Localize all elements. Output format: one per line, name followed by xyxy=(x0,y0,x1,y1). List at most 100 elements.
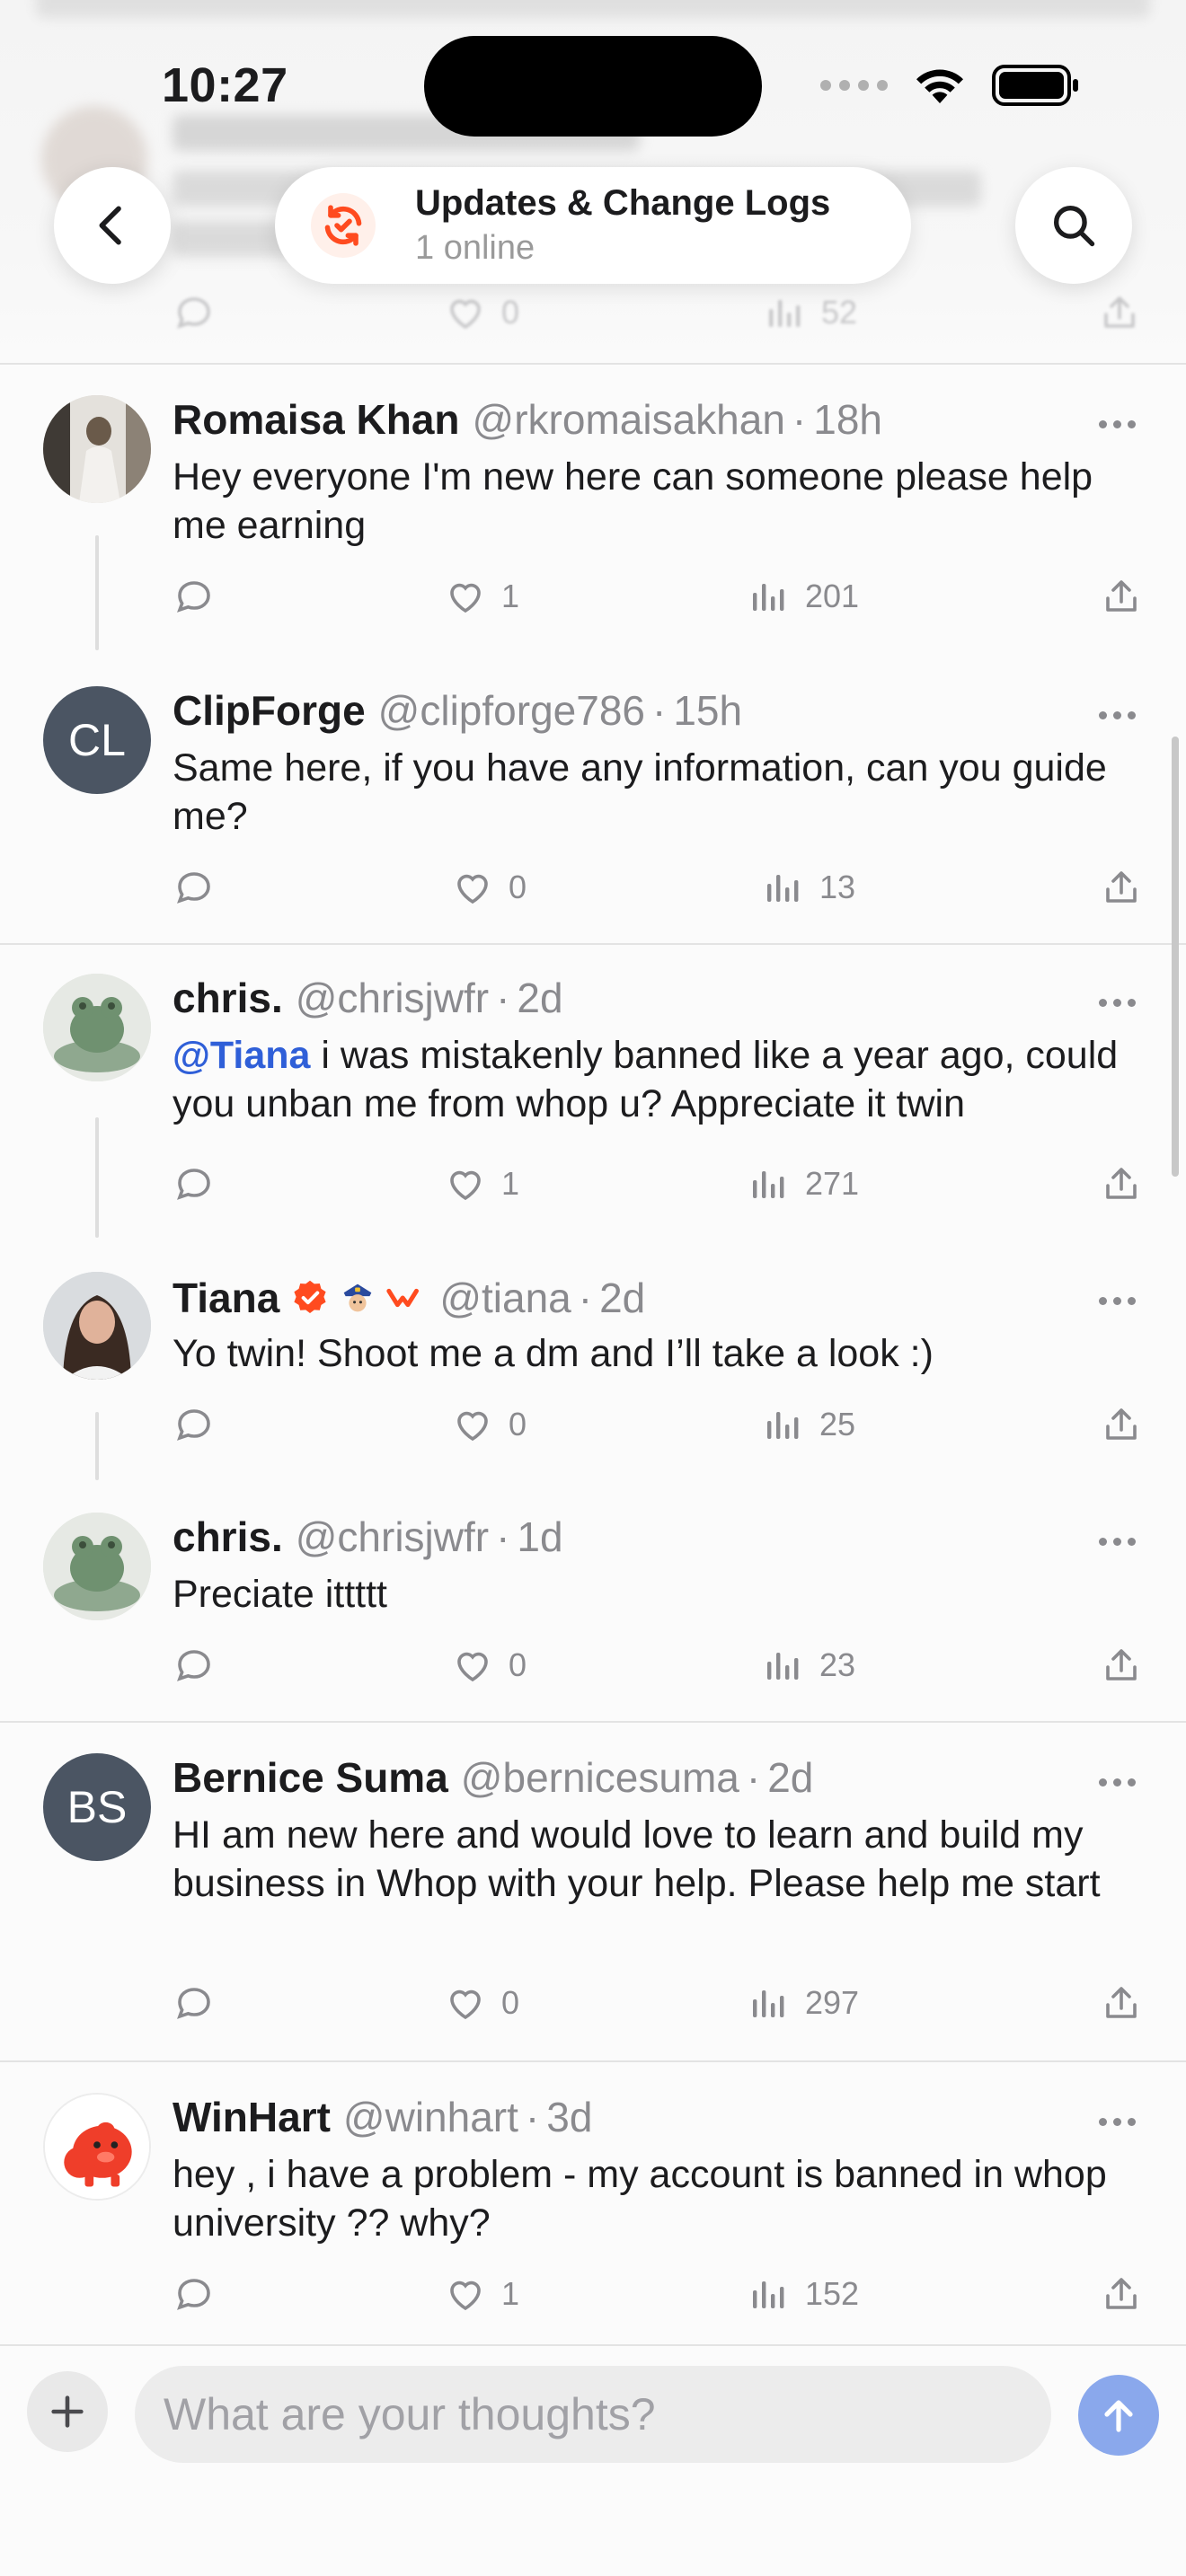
scrollbar[interactable] xyxy=(1172,737,1179,1177)
author-name[interactable]: chris. xyxy=(173,1513,283,1561)
like-count: 0 xyxy=(501,294,520,331)
view-count: 52 xyxy=(821,294,858,331)
author-name[interactable]: WinHart xyxy=(173,2093,331,2141)
timestamp: 2d xyxy=(517,975,563,1021)
author-name[interactable]: Romaisa Khan xyxy=(173,395,460,444)
divider xyxy=(0,943,1186,945)
timestamp: 1d xyxy=(517,1513,563,1560)
timestamp: 2d xyxy=(599,1275,646,1321)
separator: · xyxy=(496,975,510,1021)
like-count: 0 xyxy=(501,1984,520,2021)
author-handle[interactable]: @bernicesuma xyxy=(461,1753,739,1802)
share-button[interactable] xyxy=(1100,860,1143,914)
views-icon xyxy=(753,584,784,611)
avatar[interactable] xyxy=(43,1272,151,1380)
author-name[interactable]: Tiana xyxy=(173,1274,279,1322)
message-input[interactable] xyxy=(135,2366,1051,2463)
share-button[interactable] xyxy=(1100,1398,1143,1451)
author-handle[interactable]: @tiana xyxy=(439,1274,571,1322)
separator: · xyxy=(792,396,807,443)
like-button[interactable]: 1 xyxy=(444,569,519,623)
author-name[interactable]: ClipForge xyxy=(173,686,366,735)
online-count: 1 online xyxy=(415,229,535,267)
share-button[interactable] xyxy=(1100,1157,1143,1211)
author-handle[interactable]: @rkromaisakhan xyxy=(473,395,785,444)
avatar[interactable] xyxy=(43,1513,151,1620)
avatar[interactable] xyxy=(43,395,151,503)
author-handle[interactable]: @clipforge786 xyxy=(378,686,645,735)
more-options-button[interactable] xyxy=(1099,2118,1136,2126)
like-button[interactable]: 1 xyxy=(444,2267,519,2321)
heart-icon xyxy=(450,1170,481,1201)
reply-button[interactable] xyxy=(173,2267,216,2321)
avatar[interactable]: BS xyxy=(43,1753,151,1861)
heart-icon xyxy=(457,1411,488,1442)
post-actions: 0 297 xyxy=(173,1976,1143,2030)
like-stat: 0 xyxy=(444,286,519,340)
share-button[interactable] xyxy=(1100,1976,1143,2030)
like-button[interactable]: 0 xyxy=(444,1976,519,2030)
author-handle[interactable]: @chrisjwfr xyxy=(296,1513,489,1561)
more-options-button[interactable] xyxy=(1099,1297,1136,1305)
send-button[interactable] xyxy=(1078,2375,1159,2456)
channel-icon xyxy=(311,193,376,258)
divider xyxy=(0,363,1186,365)
like-button[interactable]: 0 xyxy=(451,860,527,914)
more-options-button[interactable] xyxy=(1099,1778,1136,1786)
post-actions: 1 152 xyxy=(173,2267,1143,2321)
channel-title: Updates & Change Logs xyxy=(415,183,831,223)
status-time: 10:27 xyxy=(162,58,288,112)
reply-button[interactable] xyxy=(173,1398,216,1451)
post-text: Yo twin! Shoot me a dm and I’ll take a l… xyxy=(173,1332,934,1375)
reply-button[interactable] xyxy=(173,569,216,623)
share-button[interactable] xyxy=(1100,2267,1143,2321)
author-name[interactable]: Bernice Suma xyxy=(173,1753,448,1802)
add-attachment-button[interactable] xyxy=(27,2371,108,2452)
post-actions: 0 23 xyxy=(173,1638,1143,1692)
thread-connector xyxy=(95,535,99,650)
post-text-content: i was mistakenly banned like a year ago,… xyxy=(173,1034,1119,1125)
views-stat: 25 xyxy=(762,1398,855,1451)
post-text: HI am new here and would love to learn a… xyxy=(173,1813,1101,1905)
views-icon xyxy=(767,1412,799,1439)
share-icon xyxy=(1098,286,1141,340)
heart-icon xyxy=(450,2280,481,2311)
reply-icon xyxy=(173,286,216,340)
views-icon xyxy=(767,1653,799,1680)
author-handle[interactable]: @winhart xyxy=(343,2093,518,2141)
share-button[interactable] xyxy=(1100,1638,1143,1692)
more-options-button[interactable] xyxy=(1099,711,1136,719)
post-text: Same here, if you have any information, … xyxy=(173,746,1107,838)
avatar[interactable] xyxy=(43,2093,151,2201)
share-button[interactable] xyxy=(1100,569,1143,623)
channel-header[interactable]: Updates & Change Logs 1 online xyxy=(275,167,911,284)
reply-icon xyxy=(177,1409,210,1441)
search-button[interactable] xyxy=(1015,167,1132,284)
like-count: 1 xyxy=(501,2275,520,2312)
more-options-button[interactable] xyxy=(1099,999,1136,1007)
avatar[interactable] xyxy=(43,974,151,1081)
author-name[interactable]: chris. xyxy=(173,974,283,1022)
back-button[interactable] xyxy=(54,167,171,284)
like-button[interactable]: 0 xyxy=(451,1398,527,1451)
like-button[interactable]: 1 xyxy=(444,1157,519,1211)
views-icon xyxy=(753,1171,784,1198)
more-options-button[interactable] xyxy=(1099,420,1136,428)
reply-button[interactable] xyxy=(173,1157,216,1211)
reply-button[interactable] xyxy=(173,1976,216,2030)
timestamp: 3d xyxy=(546,2094,593,2140)
mention-link[interactable]: @Tiana xyxy=(173,1034,310,1077)
faded-post-actions: 0 52 xyxy=(173,286,1141,331)
like-button[interactable]: 0 xyxy=(451,1638,527,1692)
more-options-button[interactable] xyxy=(1099,1538,1136,1546)
divider xyxy=(0,1721,1186,1723)
reply-button[interactable] xyxy=(173,860,216,914)
views-icon xyxy=(767,875,799,902)
views-stat: 152 xyxy=(748,2267,859,2321)
share-icon xyxy=(1106,1649,1137,1681)
separator: · xyxy=(652,687,667,734)
author-handle[interactable]: @chrisjwfr xyxy=(296,974,489,1022)
reply-icon xyxy=(177,872,210,904)
avatar[interactable]: CL xyxy=(43,686,151,794)
reply-button[interactable] xyxy=(173,1638,216,1692)
